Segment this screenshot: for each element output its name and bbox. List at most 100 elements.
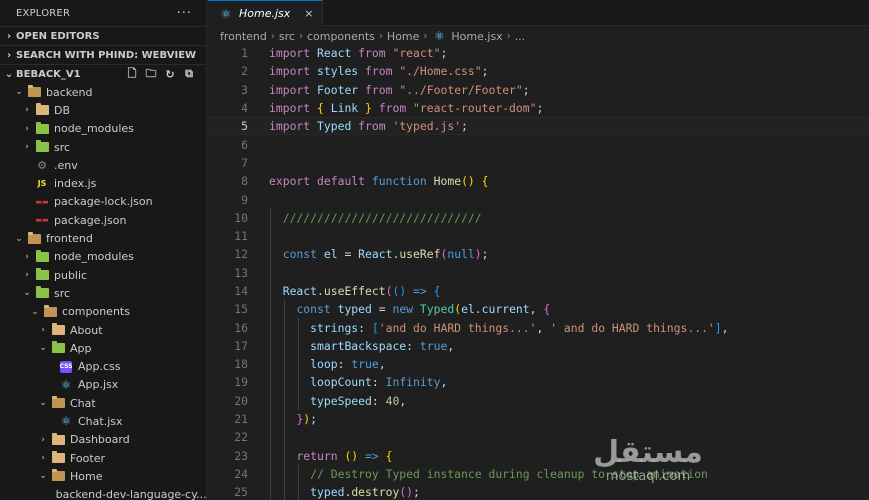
tree-item-label: Chat: [70, 396, 96, 410]
tree-item[interactable]: ⌄ src: [0, 284, 206, 302]
react-icon: ⚛: [60, 414, 72, 429]
tree-item[interactable]: › DB: [0, 101, 206, 119]
watermark-main: مستقل: [593, 435, 703, 470]
code-line[interactable]: 13: [208, 263, 869, 282]
tree-item[interactable]: ›⚙.env: [0, 156, 206, 174]
tree-item[interactable]: › public: [0, 266, 206, 284]
breadcrumb-separator-icon: ›: [506, 30, 511, 42]
code-line[interactable]: 21 });: [208, 409, 869, 429]
close-icon[interactable]: ×: [304, 7, 313, 20]
chevron-right-icon: ›: [25, 105, 29, 116]
tree-item[interactable]: ›⚛Chat.jsx: [0, 412, 206, 430]
tree-item[interactable]: ⌄ Home: [0, 467, 206, 485]
code-text: import React from "react";: [269, 46, 448, 61]
tree-item[interactable]: ›backend-dev-language-cy...: [0, 486, 206, 500]
line-number: 16: [234, 320, 248, 335]
code-line[interactable]: 25 typed.destroy();: [208, 483, 869, 500]
code-line[interactable]: 14 React.useEffect(() => {: [208, 281, 869, 301]
tree-item[interactable]: ›▬▬package.json: [0, 211, 206, 229]
line-number: 19: [234, 375, 248, 390]
chevron-down-icon: ⌄: [31, 306, 39, 317]
line-number: 21: [234, 412, 248, 427]
line-number: 1: [241, 46, 248, 61]
line-number: 15: [234, 302, 248, 317]
code-line[interactable]: 6: [208, 135, 869, 153]
folder-src-icon: [34, 268, 50, 281]
code-text: loop: true,: [310, 357, 386, 372]
new-file-icon[interactable]: 🗋: [125, 67, 139, 81]
indent-guide: [270, 428, 271, 447]
code-line[interactable]: 2 import styles from "./Home.css";: [208, 62, 869, 80]
search-phind-section[interactable]: › SEARCH WITH PHIND: WEBVIEW: [0, 45, 206, 64]
code-line[interactable]: 1 import React from "react";: [208, 44, 869, 62]
new-folder-icon[interactable]: 🗀: [144, 67, 158, 81]
code-line[interactable]: 17 smartBackspace: true,: [208, 336, 869, 356]
folder-icon: [50, 451, 66, 464]
code-line[interactable]: 3 import Footer from "../Footer/Footer";: [208, 81, 869, 99]
breadcrumb-segment[interactable]: Home.jsx: [451, 30, 502, 43]
tree-item-label: backend: [46, 85, 93, 99]
tree-item[interactable]: ⌄ components: [0, 303, 206, 321]
tree-item[interactable]: ⌄ backend: [0, 83, 206, 101]
tree-item[interactable]: ›CSSApp.css: [0, 357, 206, 375]
react-icon: ⚛: [220, 6, 232, 21]
refresh-icon[interactable]: ↻: [163, 67, 177, 81]
folder-icon: [50, 432, 66, 446]
line-number: 23: [234, 448, 248, 463]
tree-item[interactable]: › node_modules: [0, 248, 206, 266]
code-line[interactable]: 11: [208, 226, 869, 246]
line-number: 24: [234, 466, 248, 481]
chevron-down-icon: ⌄: [15, 87, 23, 98]
open-editors-section[interactable]: › OPEN EDITORS: [0, 26, 206, 45]
tab-home-jsx[interactable]: ⚛ Home.jsx ×: [208, 0, 323, 26]
breadcrumb-segment[interactable]: frontend: [220, 30, 267, 43]
line-number: 13: [234, 265, 248, 280]
code-line[interactable]: 23 return () => {: [208, 446, 869, 465]
breadcrumb-segment[interactable]: src: [279, 30, 295, 43]
code-line[interactable]: 22: [208, 428, 869, 447]
indent-guide: [270, 263, 271, 282]
tree-item[interactable]: › Dashboard: [0, 431, 206, 449]
code-line[interactable]: 16 strings: ['and do HARD things...', ' …: [208, 318, 869, 337]
code-line[interactable]: 10 /////////////////////////////: [208, 208, 869, 227]
code-line[interactable]: 12 const el = React.useRef(null);: [208, 245, 869, 264]
tree-item-label: Dashboard: [70, 433, 130, 447]
watermark-sub: mostaql.com: [605, 469, 691, 484]
code-line[interactable]: 20 typeSpeed: 40,: [208, 391, 869, 410]
code-line[interactable]: 5 import Typed from 'typed.js';: [208, 117, 869, 136]
project-section[interactable]: ⌄ BEBACK_V1 🗋 🗀 ↻ ⧉: [0, 64, 206, 83]
chevron-right-icon: ›: [6, 49, 12, 61]
chevron-right-icon: ›: [25, 251, 29, 262]
chevron-right-icon: ›: [41, 325, 45, 335]
folder-open-icon: [42, 304, 58, 318]
tree-item[interactable]: › src: [0, 138, 206, 156]
code-line[interactable]: 7: [208, 154, 869, 172]
breadcrumb-segment[interactable]: components: [307, 30, 375, 43]
tree-item[interactable]: ⌄ Chat: [0, 394, 206, 412]
code-editor[interactable]: 1 import React from "react"; 2 import style…: [208, 44, 869, 500]
code-line[interactable]: 18 loop: true,: [208, 355, 869, 374]
tree-item[interactable]: ›⚛App.jsx: [0, 376, 206, 394]
tree-item[interactable]: ›▬▬package-lock.json: [0, 193, 206, 211]
chevron-down-icon: ⌄: [4, 68, 14, 80]
tree-item-label: index.js: [54, 177, 97, 191]
code-line[interactable]: 19 loopCount: Infinity,: [208, 373, 869, 392]
tree-item[interactable]: › Footer: [0, 449, 206, 467]
tree-item[interactable]: ›JSindex.js: [0, 174, 206, 192]
code-line[interactable]: 9: [208, 190, 869, 208]
tree-item[interactable]: › node_modules: [0, 120, 206, 138]
folder-open-icon: [50, 396, 66, 409]
code-line[interactable]: 15 const typed = new Typed(el.current, {: [208, 300, 869, 319]
breadcrumb-segment[interactable]: Home: [387, 30, 419, 43]
tree-item-label: src: [54, 140, 71, 154]
editor-area: ⚛ Home.jsx × frontend › src › components › Hom…: [208, 0, 869, 500]
tree-item[interactable]: ⌄ frontend: [0, 229, 206, 247]
breadcrumb-segment[interactable]: ...: [515, 30, 526, 43]
code-line[interactable]: 8 export default function Home() {: [208, 172, 869, 190]
tree-item[interactable]: ⌄ App: [0, 339, 206, 357]
code-line[interactable]: 4 import { Link } from "react-router-dom"…: [208, 99, 869, 117]
collapse-all-icon[interactable]: ⧉: [182, 67, 196, 81]
code-line[interactable]: 24 // Destroy Typed instance during clea…: [208, 464, 869, 484]
more-actions-icon[interactable]: ···: [177, 6, 192, 21]
tree-item[interactable]: › About: [0, 321, 206, 339]
